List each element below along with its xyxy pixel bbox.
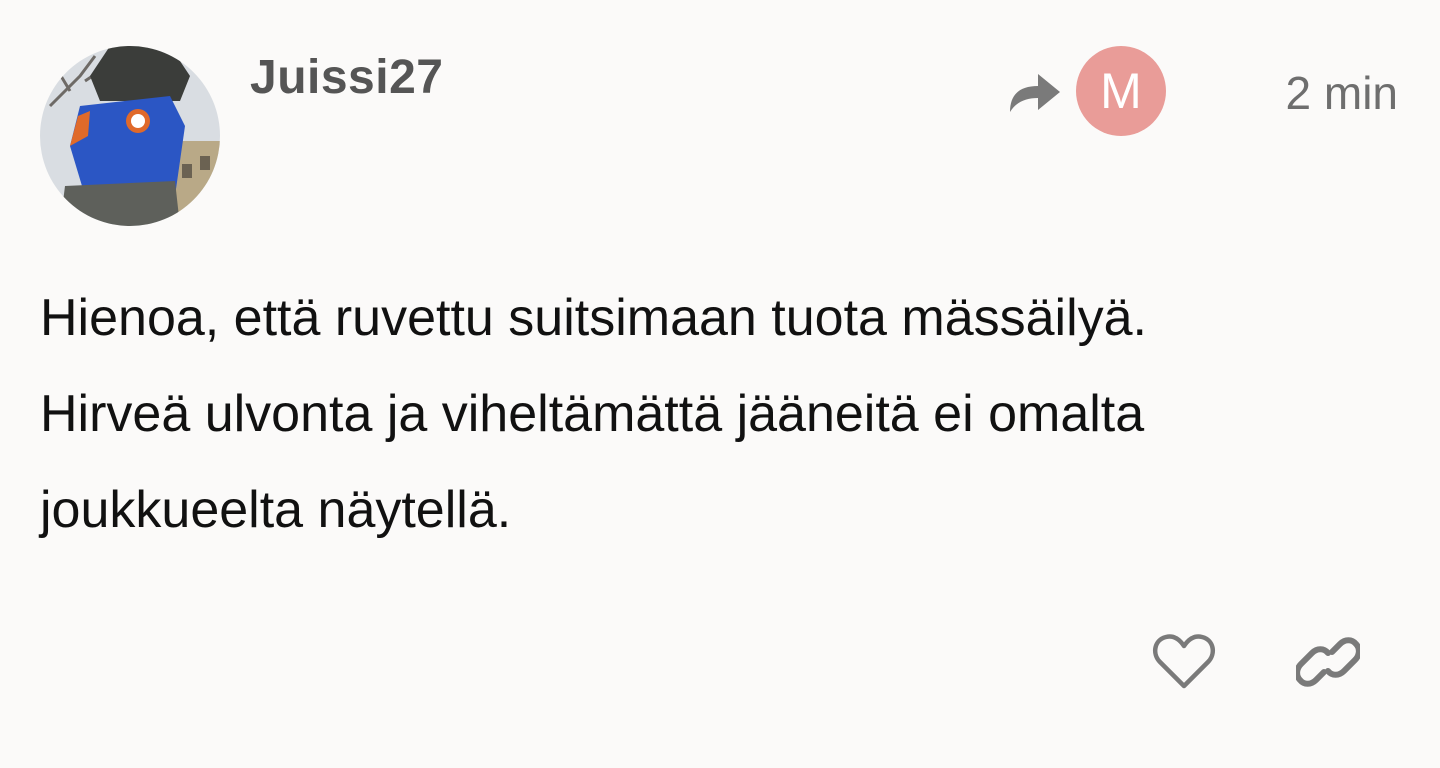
forum-post: Juissi27 M 2 min Hienoa, että ruvettu su… [0,0,1440,768]
reply-arrow-icon[interactable] [1004,68,1062,116]
avatar-image [40,46,220,226]
reply-to-avatar[interactable]: M [1076,46,1166,136]
post-body: Hienoa, että ruvettu suitsimaan tuota mä… [40,270,1380,558]
post-body-line: joukkueelta näytellä. [40,481,512,539]
post-body-line: Hirveä ulvonta ja viheltämättä jääneitä … [40,385,1145,443]
post-timestamp[interactable]: 2 min [1286,66,1398,120]
heart-icon[interactable] [1152,632,1216,692]
username[interactable]: Juissi27 [250,50,443,105]
post-body-line: Hienoa, että ruvettu suitsimaan tuota mä… [40,289,1148,347]
link-icon[interactable] [1296,632,1360,692]
user-avatar[interactable] [40,46,220,226]
